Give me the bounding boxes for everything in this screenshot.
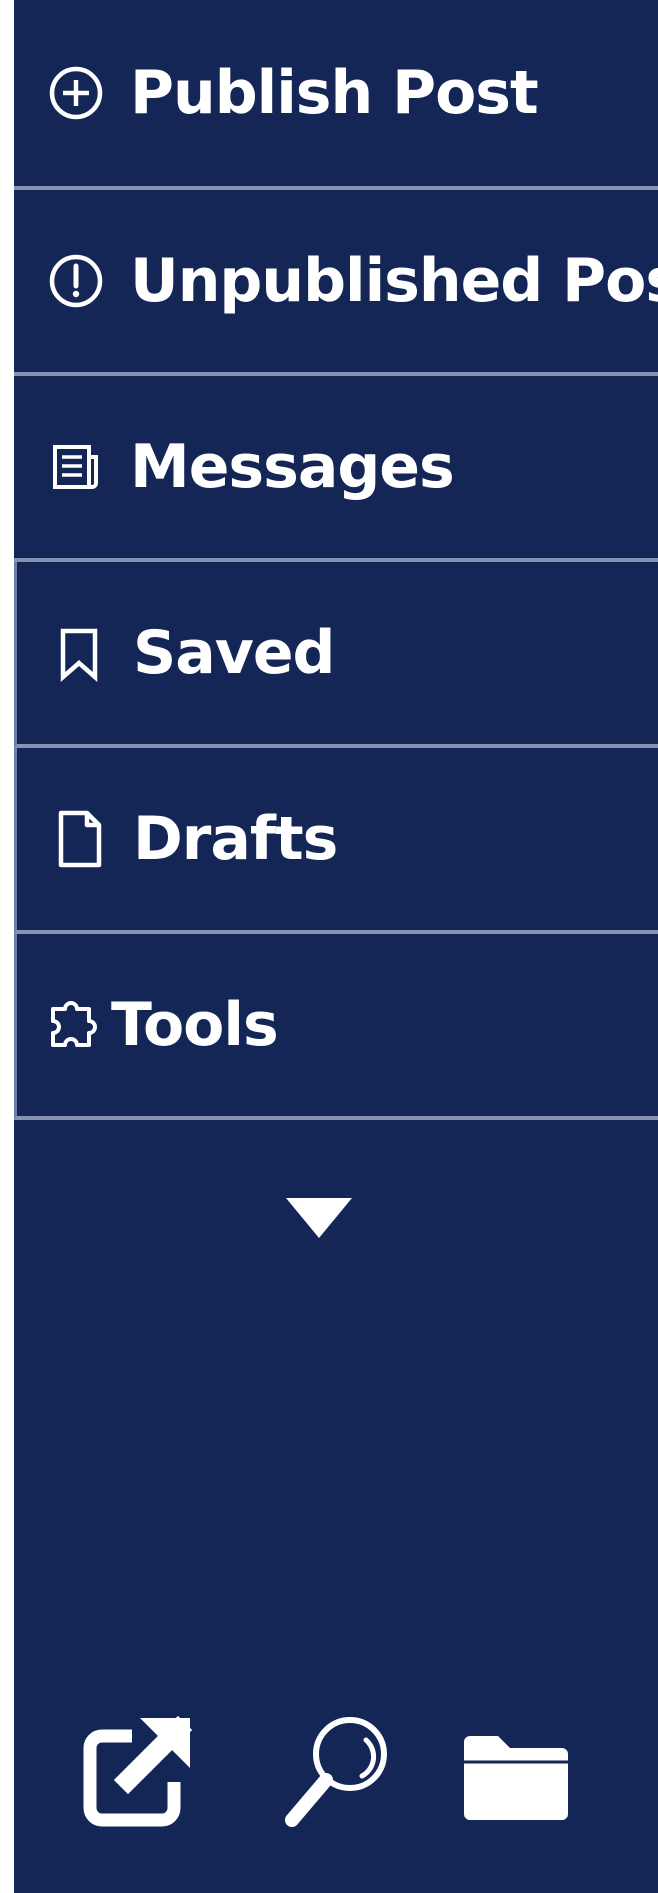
sidebar-item-messages[interactable]: Messages bbox=[14, 376, 658, 562]
plus-circle-icon bbox=[46, 63, 106, 123]
exclamation-circle-icon bbox=[46, 251, 106, 311]
folder-icon bbox=[464, 1736, 568, 1820]
sidebar-item-tools[interactable]: Tools bbox=[14, 934, 658, 1120]
sidebar-item-label: Saved bbox=[133, 618, 335, 688]
search-icon bbox=[285, 1717, 387, 1827]
external-link-button[interactable] bbox=[78, 1712, 196, 1830]
document-icon bbox=[49, 809, 109, 869]
search-button[interactable] bbox=[280, 1710, 400, 1830]
puzzle-piece-icon bbox=[43, 995, 103, 1055]
sidebar-item-label: Publish Post bbox=[130, 58, 539, 128]
external-link-icon bbox=[83, 1715, 193, 1827]
expand-menu-button[interactable] bbox=[284, 1196, 354, 1240]
sidebar-item-label: Unpublished Posts bbox=[130, 246, 658, 316]
sidebar-item-label: Drafts bbox=[133, 804, 338, 874]
sidebar: Publish Post Unpublished Posts Messages … bbox=[14, 0, 658, 1893]
bookmark-icon bbox=[49, 623, 109, 683]
sidebar-item-label: Tools bbox=[111, 990, 279, 1060]
sidebar-item-unpublished-posts[interactable]: Unpublished Posts bbox=[14, 190, 658, 376]
newspaper-icon bbox=[46, 437, 106, 497]
folder-button[interactable] bbox=[460, 1728, 572, 1824]
sidebar-item-publish-post[interactable]: Publish Post bbox=[14, 0, 658, 190]
sidebar-item-saved[interactable]: Saved bbox=[14, 562, 658, 748]
sidebar-item-drafts[interactable]: Drafts bbox=[14, 748, 658, 934]
bottom-toolbar bbox=[64, 1710, 658, 1840]
sidebar-item-label: Messages bbox=[130, 432, 455, 502]
triangle-down-icon bbox=[286, 1198, 352, 1238]
